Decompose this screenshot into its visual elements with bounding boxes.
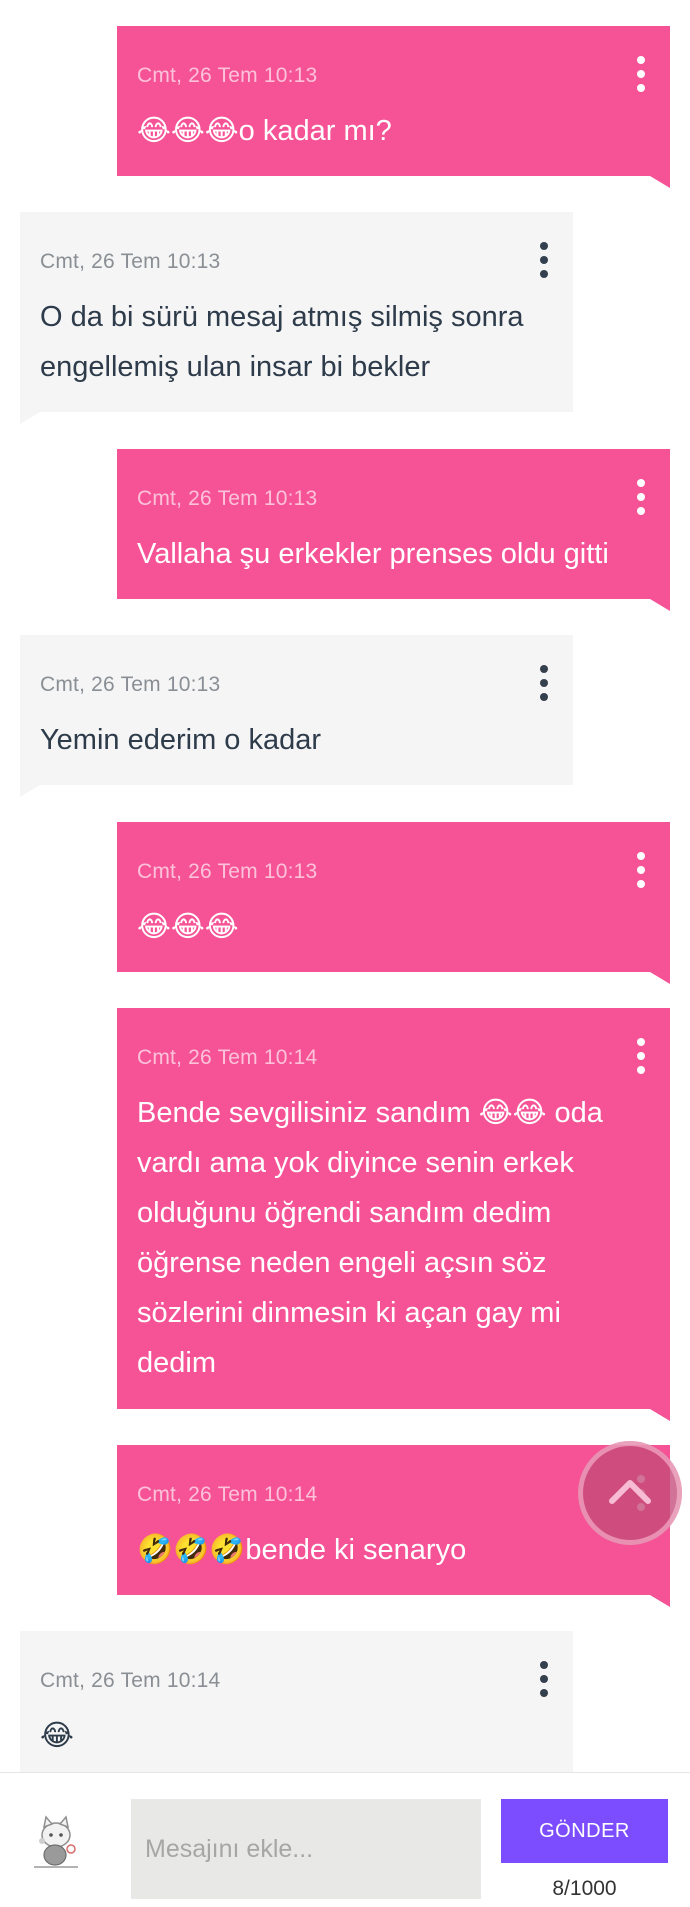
more-vertical-icon[interactable] (634, 479, 648, 515)
cat-sticker-avatar (34, 1815, 78, 1868)
character-counter: 8/1000 (552, 1877, 617, 1900)
message-bubble-incoming: Cmt, 26 Tem 10:13 O da bi sürü mesaj atm… (20, 212, 573, 424)
message-timestamp: Cmt, 26 Tem 10:13 (137, 487, 318, 510)
message-timestamp: Cmt, 26 Tem 10:14 (137, 1483, 318, 1506)
message-timestamp: Cmt, 26 Tem 10:13 (137, 860, 318, 883)
message-bubble-incoming: Cmt, 26 Tem 10:13 Yemin ederim o kadar (20, 635, 573, 797)
message-text: O da bi sürü mesaj atmış silmiş sonra en… (40, 301, 524, 383)
avatar[interactable] (26, 1811, 86, 1871)
message-timestamp: Cmt, 26 Tem 10:13 (137, 64, 318, 87)
message-composer: GÖNDER 8/1000 (0, 1772, 690, 1907)
more-vertical-icon[interactable] (634, 56, 648, 92)
message-timestamp: Cmt, 26 Tem 10:14 (137, 1046, 318, 1069)
message-bubble-outgoing: Cmt, 26 Tem 10:13 Vallaha şu erkekler pr… (117, 449, 670, 611)
message-bubble-outgoing: Cmt, 26 Tem 10:14 Bende sevgilisiniz san… (117, 1008, 670, 1421)
more-vertical-icon[interactable] (537, 1661, 551, 1697)
message-bubble-outgoing: Cmt, 26 Tem 10:13 😂😂😂o kadar mı? (117, 26, 670, 188)
message-timestamp: Cmt, 26 Tem 10:13 (40, 673, 221, 696)
message-text: 🤣🤣🤣bende ki senaryo (137, 1534, 467, 1566)
message-timestamp: Cmt, 26 Tem 10:14 (40, 1669, 221, 1692)
message-bubble-outgoing: Cmt, 26 Tem 10:13 😂😂😂 (117, 822, 670, 984)
more-vertical-icon[interactable] (634, 1038, 648, 1074)
message-text: Bende sevgilisiniz sandım 😂😂 oda vardı a… (137, 1097, 603, 1379)
chevron-up-icon (609, 1480, 651, 1504)
send-button[interactable]: GÖNDER (501, 1799, 668, 1863)
message-input[interactable] (131, 1799, 481, 1899)
message-text: 😂😂😂o kadar mı? (137, 115, 392, 147)
message-text: Yemin ederim o kadar (40, 724, 322, 756)
more-vertical-icon[interactable] (537, 665, 551, 701)
message-text: Vallaha şu erkekler prenses oldu gitti (137, 538, 609, 570)
message-bubble-incoming: Cmt, 26 Tem 10:14 😂 (20, 1631, 573, 1793)
scroll-to-top-button[interactable] (578, 1441, 682, 1545)
message-timestamp: Cmt, 26 Tem 10:13 (40, 250, 221, 273)
more-vertical-icon[interactable] (634, 852, 648, 888)
more-vertical-icon[interactable] (537, 242, 551, 278)
message-text: 😂 (40, 1720, 74, 1752)
message-text: 😂😂😂 (137, 911, 239, 943)
